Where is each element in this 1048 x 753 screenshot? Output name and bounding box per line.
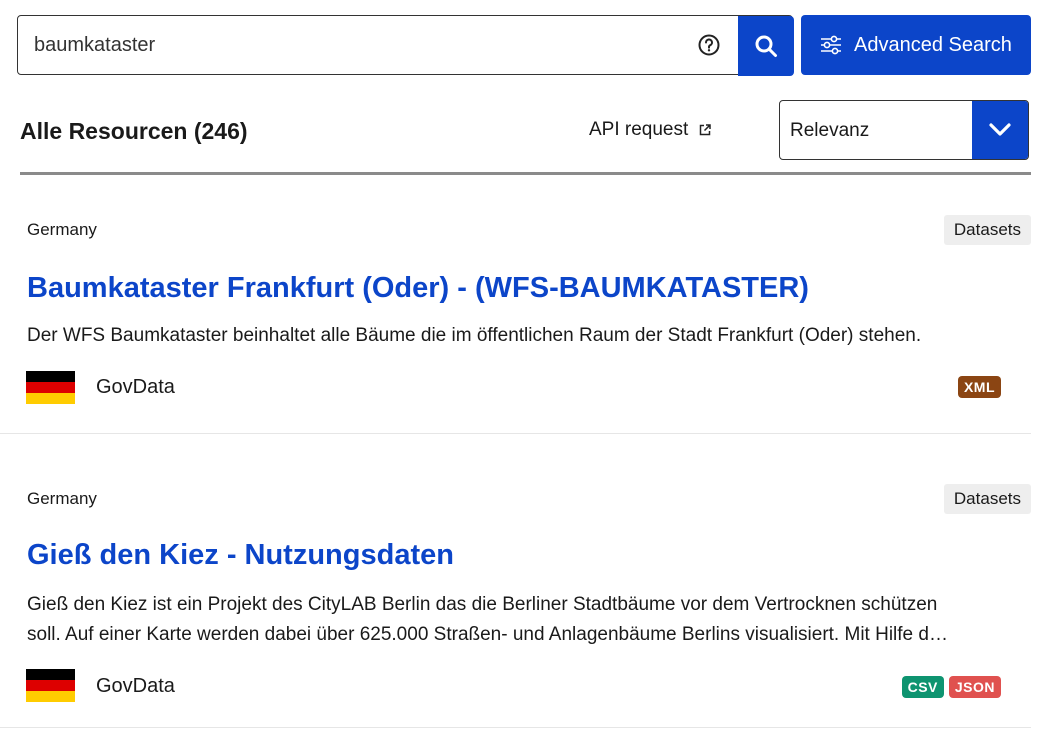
results-divider (20, 172, 1031, 175)
card-country: Germany (27, 489, 97, 508)
germany-flag-icon (26, 371, 75, 404)
germany-flag-icon (26, 669, 75, 702)
type-badge: Datasets (943, 215, 1031, 245)
format-badge-json: JSON (948, 676, 1001, 698)
format-badge-csv: CSV (901, 676, 944, 698)
sort-dropdown-button[interactable] (972, 101, 1028, 159)
card-title-link[interactable]: Gieß den Kiez - Nutzungsdaten (27, 539, 454, 572)
result-card: Germany Datasets Baumkataster Frankfurt … (0, 214, 1031, 434)
search-icon (755, 35, 777, 57)
advanced-search-button[interactable]: Advanced Search (801, 15, 1031, 75)
search-button[interactable] (738, 16, 794, 76)
api-request-label: API request (589, 119, 689, 140)
search-bar: Advanced Search (17, 15, 1031, 76)
type-badge: Datasets (943, 484, 1031, 514)
api-request-link[interactable]: API request (589, 119, 712, 141)
card-publisher: GovData (96, 376, 175, 398)
chevron-down-icon (989, 123, 1011, 136)
card-description-line: Gieß den Kiez ist ein Projekt des CityLA… (27, 594, 938, 615)
external-link-icon (700, 124, 712, 136)
card-publisher: GovData (96, 675, 175, 697)
sliders-icon (821, 35, 842, 55)
card-description-line: soll. Auf einer Karte werden dabei über … (27, 624, 948, 645)
results-title: Alle Resourcen (246) (20, 118, 248, 144)
card-country: Germany (27, 220, 97, 239)
result-card: Germany Datasets Gieß den Kiez - Nutzung… (0, 483, 1031, 729)
card-divider (0, 433, 1031, 434)
format-badges: CSV JSON (901, 676, 1001, 698)
search-field-container (17, 15, 794, 76)
card-description: Gieß den Kiez ist ein Projekt des CityLA… (27, 590, 1007, 650)
search-input[interactable] (34, 16, 694, 74)
card-divider (0, 727, 1031, 728)
sort-value: Relevanz (790, 120, 870, 141)
card-description: Der WFS Baumkataster beinhaltet alle Bäu… (27, 325, 922, 346)
format-badges: XML (957, 376, 1001, 398)
results-header: Alle Resourcen (246) API request Relevan… (20, 100, 1031, 160)
sort-select[interactable]: Relevanz (779, 100, 1029, 160)
help-icon[interactable] (698, 34, 720, 56)
advanced-search-label: Advanced Search (854, 33, 1012, 56)
card-title-link[interactable]: Baumkataster Frankfurt (Oder) - (WFS-BAU… (27, 272, 809, 305)
format-badge-xml: XML (957, 376, 1001, 398)
